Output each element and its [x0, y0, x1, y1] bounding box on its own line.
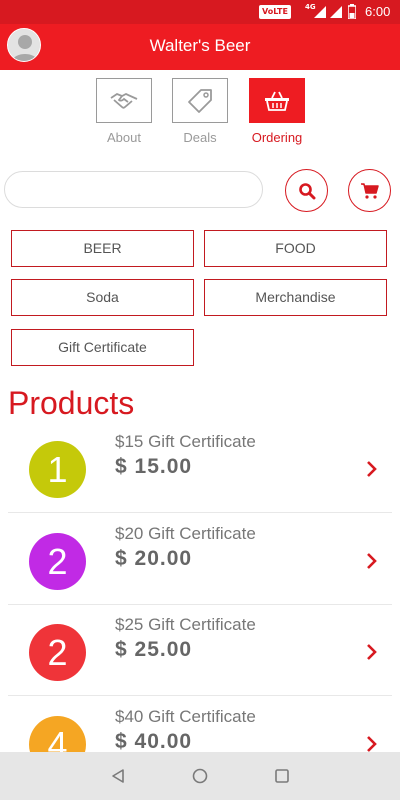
search-button[interactable]: [285, 169, 328, 212]
handshake-icon: [110, 92, 138, 109]
tag-icon: [188, 88, 212, 113]
app-title: Walter's Beer: [149, 36, 251, 55]
product-item[interactable]: 2 $25 Gift Certificate $ 25.00: [8, 605, 392, 696]
signal-2-icon: [330, 6, 342, 18]
chevron-right-icon[interactable]: [365, 643, 379, 661]
product-badge: 2: [29, 624, 86, 681]
search-icon: [298, 182, 315, 199]
chevron-right-icon[interactable]: [365, 735, 379, 752]
products-heading: Products: [8, 385, 135, 421]
back-button[interactable]: [108, 766, 128, 786]
product-badge: 4: [29, 716, 86, 752]
product-price: $ 15.00: [115, 455, 193, 478]
tab-deals-label: Deals: [183, 130, 217, 145]
status-bar: VoLTE 4G 6:00: [0, 0, 400, 24]
product-price: $ 20.00: [115, 547, 193, 570]
tab-deals-box[interactable]: [172, 78, 228, 123]
product-badge: 1: [29, 441, 86, 498]
search-input[interactable]: [4, 171, 263, 208]
product-name: $25 Gift Certificate: [115, 615, 256, 634]
product-price: $ 25.00: [115, 638, 193, 661]
product-badge: 2: [29, 533, 86, 590]
product-item[interactable]: 2 $20 Gift Certificate $ 20.00: [8, 514, 392, 605]
tab-about-box[interactable]: [96, 78, 152, 123]
section-tabs: About Deals Ordering: [0, 78, 400, 153]
tab-about-label: About: [107, 130, 141, 145]
tab-ordering-box[interactable]: [249, 78, 305, 123]
avatar[interactable]: [7, 28, 41, 62]
basket-icon: [265, 91, 289, 111]
tab-deals[interactable]: Deals: [171, 78, 229, 145]
cart-icon: [360, 182, 379, 199]
category-beer[interactable]: BEER: [11, 230, 194, 267]
category-food[interactable]: FOOD: [204, 230, 387, 267]
chevron-right-icon[interactable]: [365, 460, 379, 478]
tab-ordering-label: Ordering: [251, 130, 303, 145]
home-button[interactable]: [190, 766, 210, 786]
product-name: $40 Gift Certificate: [115, 707, 256, 726]
app-bar: Walter's Beer: [0, 24, 400, 70]
recents-button[interactable]: [272, 766, 292, 786]
tab-ordering[interactable]: Ordering: [248, 78, 306, 145]
volte-badge: VoLTE: [259, 5, 291, 19]
category-gift-certificate[interactable]: Gift Certificate: [11, 329, 194, 366]
product-item[interactable]: 4 $40 Gift Certificate $ 40.00: [8, 697, 392, 752]
cart-button[interactable]: [348, 169, 391, 212]
battery-icon: [348, 4, 356, 19]
recents-square-icon: [275, 769, 289, 783]
category-merchandise[interactable]: Merchandise: [204, 279, 387, 316]
signal-icon: [314, 6, 326, 18]
product-name: $20 Gift Certificate: [115, 524, 256, 543]
home-circle-icon: [192, 768, 208, 784]
system-nav-bar: [0, 752, 400, 800]
product-item[interactable]: 1 $15 Gift Certificate $ 15.00: [8, 422, 392, 513]
tab-about[interactable]: About: [95, 78, 153, 145]
product-price: $ 40.00: [115, 730, 193, 752]
back-triangle-icon: [112, 769, 124, 783]
clock: 6:00: [365, 4, 391, 19]
product-name: $15 Gift Certificate: [115, 432, 256, 451]
chevron-right-icon[interactable]: [365, 552, 379, 570]
category-soda[interactable]: Soda: [11, 279, 194, 316]
product-list: 1 $15 Gift Certificate $ 15.00 2 $20 Gif…: [0, 422, 400, 752]
